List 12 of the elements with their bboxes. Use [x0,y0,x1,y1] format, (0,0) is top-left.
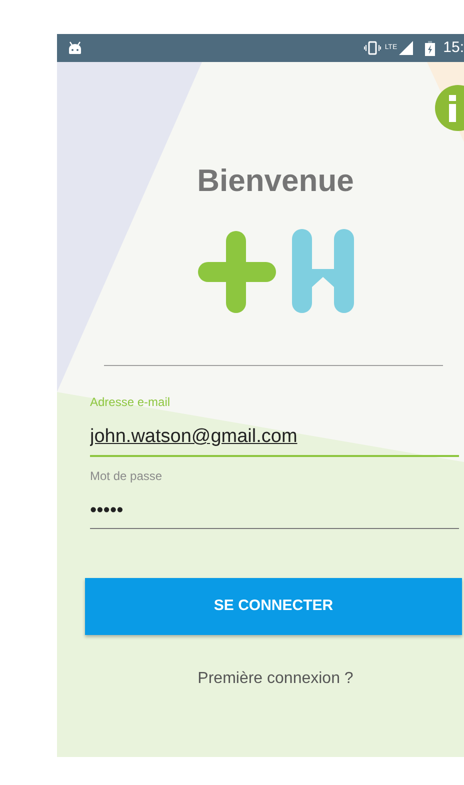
clock-time: 15: [443,38,464,58]
info-icon [449,94,456,122]
android-icon [67,41,83,55]
vibrate-icon [364,41,381,55]
first-login-link[interactable]: Première connexion ? [198,670,354,688]
battery-icon [425,40,436,56]
field-label: Adresse e-mail [90,394,172,412]
field-label: Mot de passe [90,468,164,485]
logo-icon [198,229,354,316]
signal-icon [399,41,414,55]
password-field[interactable]: ••••• [90,494,459,530]
welcome-title: Bienvenue [196,162,355,200]
